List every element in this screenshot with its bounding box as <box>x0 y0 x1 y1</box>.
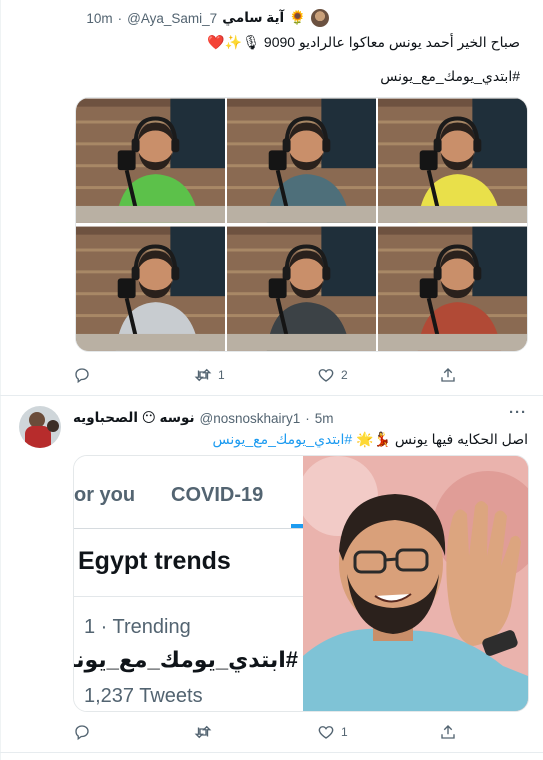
grid-photo[interactable] <box>378 98 527 224</box>
section-divider <box>74 596 303 597</box>
grid-photo[interactable] <box>76 98 225 224</box>
tweet-header: نوسه 😶 الصحباويه @nosnoskhairy1 · 5m <box>73 408 334 428</box>
author-display-name[interactable]: نوسه 😶 الصحباويه <box>73 410 195 426</box>
tweet-text-line: اصل الحكايه فيها يونس <box>394 431 528 447</box>
retweet-button[interactable]: 1 <box>194 366 225 384</box>
like-count: 1 <box>341 725 348 739</box>
trend-tweet-count: 1,237 Tweets <box>84 685 203 707</box>
author-handle[interactable]: @nosnoskhairy1 <box>200 411 301 426</box>
tab-for-you: or you <box>74 484 136 506</box>
grid-photo[interactable] <box>227 98 376 224</box>
media-image[interactable]: or you COVID-19 Egypt trends 1 · Trendin… <box>73 455 529 712</box>
tweet-card-2: نوسه 😶 الصحباويه @nosnoskhairy1 · 5m ···… <box>0 396 543 760</box>
name-emoji: 🌻 <box>289 10 306 25</box>
like-button[interactable]: 2 <box>317 366 348 384</box>
heart-icon <box>318 369 334 382</box>
like-count: 2 <box>341 368 348 382</box>
separator-dot: · <box>305 410 310 426</box>
grid-photo[interactable] <box>227 226 376 352</box>
retweet-count: 1 <box>218 368 225 382</box>
trends-screenshot: or you COVID-19 Egypt trends 1 · Trendin… <box>74 456 303 711</box>
tweet-text: صباح الخير أحمد يونس معاكوا عالراديو 909… <box>80 32 520 52</box>
retweet-icon <box>194 725 212 739</box>
tweet-text-line: صباح الخير أحمد يونس معاكوا عالراديو 909… <box>263 34 520 50</box>
author-handle[interactable]: @Aya_Sami_7 <box>127 11 217 26</box>
heart-icon <box>318 726 334 739</box>
separator-dot: · <box>117 10 123 26</box>
tweet-header: 🌻 آية سامي @Aya_Sami_7 · 10m <box>9 8 329 28</box>
author-display-name[interactable]: آية سامي <box>222 10 284 26</box>
section-title: Egypt trends <box>78 547 231 575</box>
reply-icon <box>75 725 89 741</box>
share-button[interactable] <box>439 366 457 384</box>
author-avatar[interactable] <box>19 406 61 448</box>
more-options-icon[interactable]: ··· <box>509 404 527 421</box>
person-photo <box>303 456 528 711</box>
tweet-divider <box>0 752 543 753</box>
share-button[interactable] <box>439 723 457 741</box>
like-button[interactable]: 1 <box>317 723 348 741</box>
tweet-card-1: 🌻 آية سامي @Aya_Sami_7 · 10m صباح الخير … <box>0 0 543 395</box>
share-icon <box>441 725 455 739</box>
retweet-icon <box>194 368 212 382</box>
tweet-hashtag[interactable]: #ابتدي_يومك_مع_يونس <box>212 431 352 447</box>
grid-photo[interactable] <box>378 226 527 352</box>
grid-photo[interactable] <box>76 226 225 352</box>
trend-tag: #ابتدي_يومك_مع_يونس <box>74 647 298 672</box>
tabs-divider <box>74 528 303 529</box>
reply-button[interactable] <box>73 366 97 384</box>
trend-rank: 1 · Trending <box>84 616 191 638</box>
person-illustration <box>303 456 528 711</box>
reply-button[interactable] <box>73 723 97 741</box>
tweet-time[interactable]: 5m <box>315 411 334 426</box>
tweet-text: اصل الحكايه فيها يونس 💃🌟 #ابتدي_يومك_مع_… <box>88 429 528 449</box>
tab-covid: COVID-19 <box>171 484 264 506</box>
reply-icon <box>75 368 89 384</box>
tweet-emojis: 🎙✨❤️ <box>207 34 261 50</box>
retweet-button[interactable] <box>194 723 218 741</box>
share-icon <box>441 368 455 382</box>
tweet-hashtag[interactable]: #ابتدي_يومك_مع_يونس <box>220 66 520 86</box>
author-avatar[interactable] <box>311 9 329 27</box>
tweet-emojis: 💃🌟 <box>356 431 391 447</box>
tweet-time[interactable]: 10m <box>86 11 112 26</box>
media-grid[interactable] <box>75 97 528 352</box>
